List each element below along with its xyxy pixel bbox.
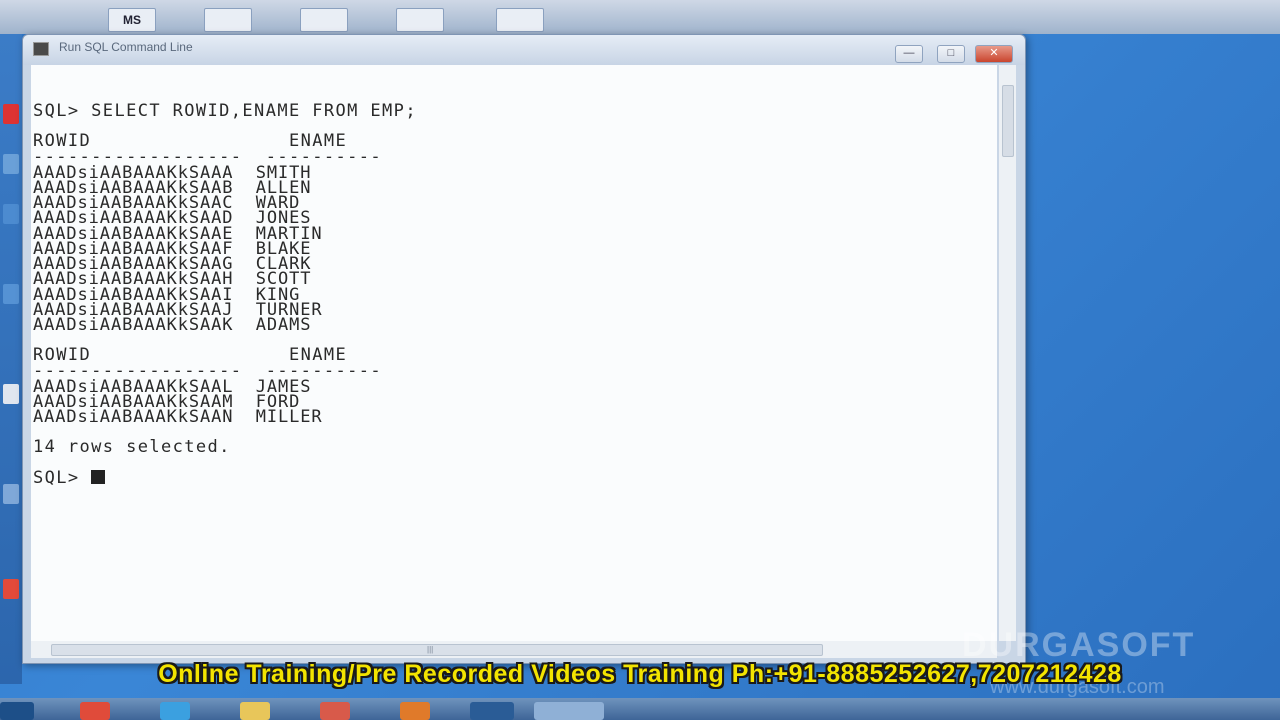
background-windows-strip: MS [0, 0, 1280, 34]
app-window-tab[interactable] [496, 8, 544, 32]
minimize-button[interactable]: — [895, 45, 923, 63]
ie-taskbar-icon[interactable] [160, 702, 190, 720]
active-taskbar-icon[interactable] [534, 702, 604, 720]
desktop-app-icon[interactable] [3, 484, 19, 504]
text-cursor [91, 470, 106, 484]
horizontal-scrollbar[interactable]: ||| [31, 641, 997, 658]
desktop-app-icon[interactable] [3, 579, 19, 599]
app-window-tab[interactable] [204, 8, 252, 32]
console-output[interactable]: SQL> SELECT ROWID,ENAME FROM EMP; ROWID … [31, 65, 997, 641]
prompt-text: SQL> [33, 468, 92, 488]
desktop-app-icon[interactable] [3, 104, 19, 124]
console-app-icon [33, 42, 49, 56]
desktop-app-icon[interactable] [3, 154, 19, 174]
app-window-tab[interactable] [396, 8, 444, 32]
folder-taskbar-icon[interactable] [240, 702, 270, 720]
vertical-scroll-thumb[interactable] [1002, 85, 1014, 157]
maximize-button[interactable]: □ [937, 45, 965, 63]
window-titlebar[interactable]: Run SQL Command Line — □ ✕ [23, 35, 1025, 65]
ms-label: MS [123, 13, 141, 27]
ms-window-tab[interactable]: MS [108, 8, 156, 32]
sql-command-line: SQL> SELECT ROWID,ENAME FROM EMP; [33, 101, 417, 121]
grip-icon: ||| [427, 645, 434, 654]
result-row: AAADsiAABAAAKkSAAN MILLER [33, 407, 323, 427]
desktop-app-icon[interactable] [3, 384, 19, 404]
promo-banner: Online Training/Pre Recorded Videos Trai… [158, 660, 1122, 688]
desktop-app-icon[interactable] [3, 204, 19, 224]
sql-taskbar-icon[interactable] [470, 702, 514, 720]
window-title: Run SQL Command Line [59, 40, 193, 54]
app-taskbar-icon[interactable] [320, 702, 350, 720]
close-button[interactable]: ✕ [975, 45, 1013, 63]
start-button[interactable] [0, 702, 34, 720]
rows-selected-summary: 14 rows selected. [33, 437, 231, 457]
desktop-icons-column [0, 34, 22, 684]
vertical-scrollbar[interactable] [999, 65, 1016, 641]
sql-command-window[interactable]: Run SQL Command Line — □ ✕ SQL> SELECT R… [22, 34, 1026, 664]
app-window-tab[interactable] [300, 8, 348, 32]
chrome-taskbar-icon[interactable] [80, 702, 110, 720]
desktop-app-icon[interactable] [3, 284, 19, 304]
horizontal-scroll-thumb[interactable]: ||| [51, 644, 823, 656]
sql-prompt[interactable]: SQL> [33, 468, 106, 488]
result-row: AAADsiAABAAAKkSAAK ADAMS [33, 315, 312, 335]
firefox-taskbar-icon[interactable] [400, 702, 430, 720]
taskbar [0, 698, 1280, 720]
